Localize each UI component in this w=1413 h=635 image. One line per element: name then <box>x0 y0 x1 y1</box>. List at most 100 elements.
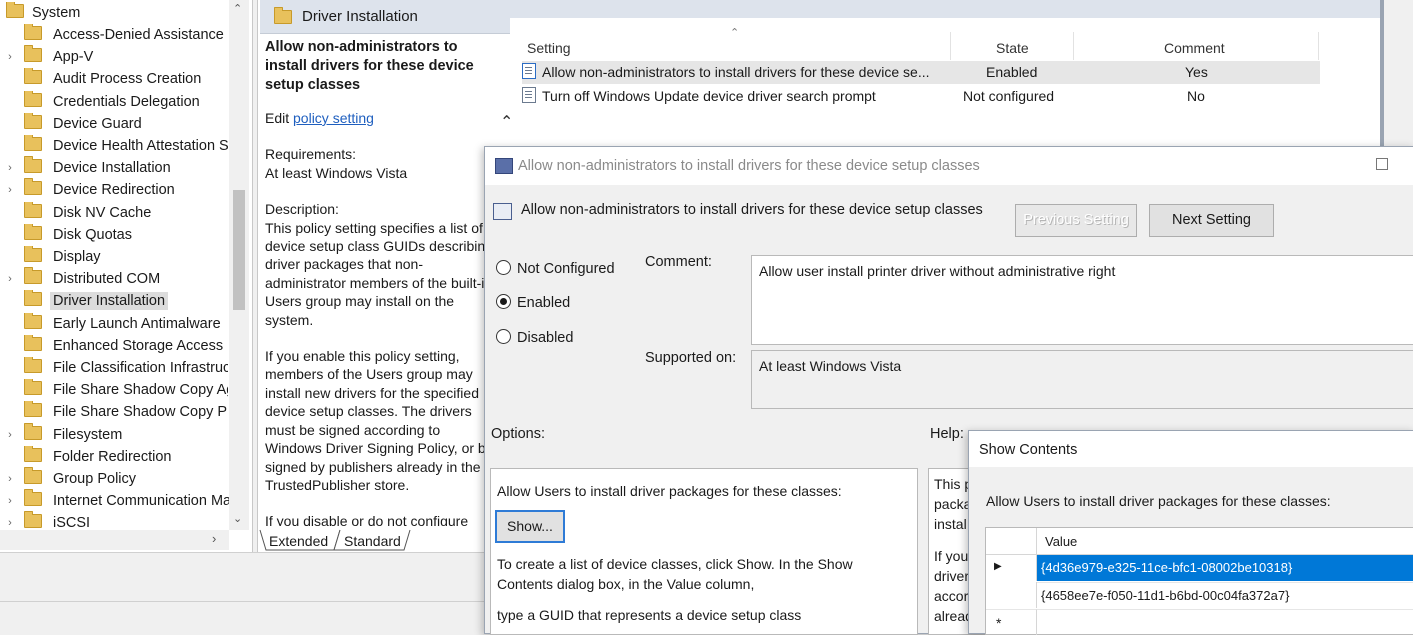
tree-item[interactable]: Credentials Delegation <box>24 90 228 113</box>
comment-text: Allow user install printer driver withou… <box>759 263 1116 279</box>
description-label: Description: <box>265 201 339 218</box>
radio-label: Enabled <box>517 295 571 311</box>
tree-item[interactable]: Driver Installation <box>24 290 228 312</box>
expand-chevron-icon[interactable]: › <box>4 268 16 290</box>
tree-item[interactable]: › Device Installation <box>8 156 228 179</box>
tree-item-label: App-V <box>53 49 94 66</box>
policy-title: Allow non-administrators to install driv… <box>265 39 474 93</box>
tree-item[interactable]: File Share Shadow Copy Age <box>24 379 228 401</box>
tree-item[interactable]: Audit Process Creation <box>24 68 228 90</box>
tree-item-label: File Classification Infrastruct <box>53 360 228 376</box>
tree-item[interactable]: › Group Policy <box>8 467 228 490</box>
tree-item[interactable]: Disk NV Cache <box>24 201 228 224</box>
show-button[interactable]: Show... <box>495 510 565 543</box>
tree-vertical-scrollbar[interactable]: ⌃ ⌄ <box>229 0 249 530</box>
expand-chevron-icon[interactable]: › <box>4 490 16 512</box>
supported-on-text: At least Windows Vista <box>759 358 902 374</box>
supported-on-label: Supported on: <box>645 350 737 366</box>
scroll-right-icon[interactable]: › <box>212 531 216 546</box>
tree-item[interactable]: Access-Denied Assistance <box>24 24 228 46</box>
row-header[interactable]: ▶ <box>986 555 1037 581</box>
expand-chevron-icon[interactable]: › <box>4 468 16 490</box>
folder-icon <box>24 445 42 462</box>
row-comment: Yes <box>1185 64 1208 80</box>
tree-item[interactable]: Disk Quotas <box>24 223 228 246</box>
column-header-value[interactable]: Value <box>1045 534 1077 549</box>
previous-setting-button[interactable]: Previous Setting <box>1015 204 1137 237</box>
tree-item[interactable]: Early Launch Antimalware <box>24 312 228 335</box>
list-row[interactable]: Allow non-administrators to install driv… <box>522 61 1320 84</box>
radio-circle-icon <box>496 260 511 275</box>
folder-icon <box>24 467 42 484</box>
tree-item[interactable]: › Distributed COM <box>8 267 228 290</box>
tab-extended[interactable]: Extended <box>269 533 328 549</box>
tree-item-label: Device Redirection <box>53 182 175 199</box>
row-setting: Allow non-administrators to install driv… <box>542 64 930 80</box>
scroll-up-icon[interactable]: ⌃ <box>233 2 242 15</box>
tree-item[interactable]: › Internet Communication Ma <box>8 489 231 512</box>
folder-icon <box>24 312 42 329</box>
tree-item-label: Driver Installation <box>50 292 169 311</box>
expand-chevron-icon[interactable]: › <box>4 179 16 201</box>
folder-icon <box>24 401 42 418</box>
expand-chevron-icon[interactable]: › <box>4 424 16 446</box>
edit-policy-link[interactable]: policy setting <box>293 110 374 126</box>
new-row-header[interactable]: * <box>986 609 1037 635</box>
expand-chevron-icon[interactable]: › <box>4 46 16 68</box>
tree-item-system[interactable]: System <box>6 2 80 24</box>
tree-horizontal-scrollbar[interactable]: › <box>0 530 229 550</box>
tree-item-label: Filesystem <box>53 426 123 443</box>
tree-item[interactable]: Device Guard <box>24 112 228 135</box>
column-header-comment[interactable]: Comment <box>1164 40 1225 56</box>
tree-item[interactable]: › Device Redirection <box>8 178 228 201</box>
requirements-label: Requirements: <box>265 146 357 163</box>
detail-header-title: Driver Installation <box>302 8 418 25</box>
tab-standard[interactable]: Standard <box>344 533 401 549</box>
list-row[interactable]: Turn off Windows Update device driver se… <box>522 85 1320 108</box>
tree-item[interactable]: › Filesystem <box>8 422 228 446</box>
radio-enabled[interactable]: Enabled <box>496 294 570 311</box>
help-label: Help: <box>930 426 964 442</box>
radio-disabled[interactable]: Disabled <box>496 329 573 346</box>
folder-icon <box>24 267 42 285</box>
settings-list: ⌃ Setting State Comment Allow non-admini… <box>510 18 1380 148</box>
scroll-down-icon[interactable]: ⌄ <box>233 512 242 525</box>
tree-item-label: Device Installation <box>53 160 171 177</box>
tree-item[interactable]: Device Health Attestation Se <box>24 135 228 157</box>
expand-chevron-icon[interactable]: › <box>4 157 16 179</box>
folder-icon <box>24 223 42 240</box>
column-divider <box>950 32 951 60</box>
tree-item[interactable]: File Share Shadow Copy Pro <box>24 401 228 423</box>
tree-item[interactable]: Folder Redirection <box>24 445 228 468</box>
policy-description-panel: Allow non-administrators to install driv… <box>265 38 497 526</box>
tree-item[interactable]: Display <box>24 246 228 268</box>
column-header-setting[interactable]: Setting <box>527 40 571 56</box>
status-area <box>0 552 484 633</box>
dialog-titlebar: Allow non-administrators to install driv… <box>485 147 1413 185</box>
value-cell-selected[interactable]: {4d36e979-e325-11ce-bfc1-08002be10318} <box>1037 555 1413 581</box>
scrollbar-thumb[interactable] <box>233 190 245 310</box>
options-text: Allow Users to install driver packages f… <box>497 483 842 499</box>
dialog-title: Allow non-administrators to install driv… <box>518 158 980 174</box>
radio-not-configured[interactable]: Not Configured <box>496 260 615 277</box>
tree-item-label: Enhanced Storage Access <box>53 337 224 354</box>
value-cell[interactable]: {4658ee7e-f050-11d1-b6bd-00c04fa372a7} <box>1037 582 1413 609</box>
tree-item-label: Device Guard <box>53 115 142 132</box>
radio-label: Disabled <box>517 330 574 346</box>
maximize-icon[interactable] <box>1376 158 1388 170</box>
tree-item[interactable]: File Classification Infrastruct <box>24 357 228 379</box>
description-paragraph: If you disable or do not configure <box>265 513 469 526</box>
folder-icon <box>24 379 42 396</box>
tree-item[interactable]: Enhanced Storage Access <box>24 334 228 357</box>
comment-field[interactable]: Allow user install printer driver withou… <box>751 255 1413 345</box>
folder-icon <box>24 68 42 85</box>
column-header-state[interactable]: State <box>996 40 1029 56</box>
row-header[interactable] <box>986 582 1037 608</box>
folder-icon <box>24 135 42 151</box>
next-setting-button[interactable]: Next Setting <box>1149 204 1274 237</box>
tree-item[interactable]: › App-V <box>8 45 228 68</box>
value-cell-new[interactable] <box>1037 609 1413 635</box>
show-contents-label: Allow Users to install driver packages f… <box>986 493 1331 509</box>
navigation-tree: System Access-Denied Assistance › App-V Aud… <box>0 0 253 552</box>
folder-icon <box>24 45 42 63</box>
